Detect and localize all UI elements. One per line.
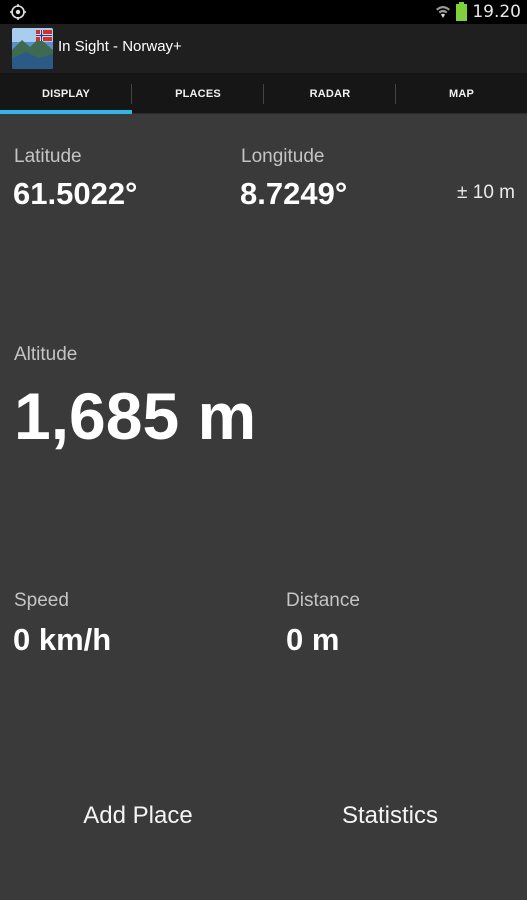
statistics-button[interactable]: Statistics [270,790,510,842]
tab-places[interactable]: PLACES [132,73,264,114]
distance-value: 0 m [286,622,340,657]
speed-label: Speed [14,590,69,611]
add-place-button[interactable]: Add Place [18,790,258,842]
battery-icon [456,1,468,21]
status-time: 19.20 [472,2,521,22]
norway-app-icon[interactable] [12,28,53,69]
tab-radar[interactable]: RADAR [264,73,396,114]
action-bar: In Sight - Norway+ [0,24,527,73]
wifi-icon [436,6,451,18]
latitude-value: 61.5022° [13,176,138,211]
longitude-value: 8.7249° [240,176,348,211]
selected-tab-indicator [0,110,132,114]
accuracy-value: ± 10 m [457,182,515,203]
tab-display[interactable]: DISPLAY [0,73,132,114]
status-bar: 19.20 [0,0,527,24]
altitude-label: Altitude [14,344,78,365]
distance-label: Distance [286,590,360,611]
app-title: In Sight - Norway+ [58,38,182,55]
tab-map[interactable]: MAP [396,73,527,114]
tab-bar: DISPLAY PLACES RADAR MAP [0,73,527,114]
location-target-icon [10,4,26,20]
altitude-value: 1,685 m [14,379,257,453]
speed-value: 0 km/h [13,622,112,657]
latitude-label: Latitude [14,146,82,167]
longitude-label: Longitude [241,146,325,167]
